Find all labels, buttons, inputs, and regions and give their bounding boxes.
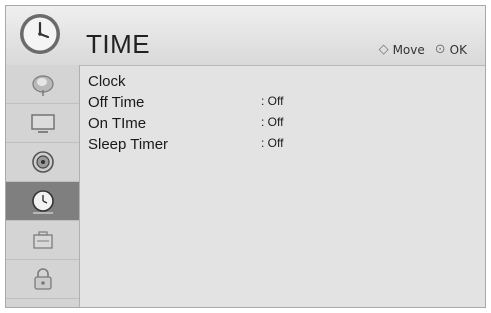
time-menu-list: Clock Off Time : Off On TIme : Off Sleep… bbox=[88, 69, 475, 153]
menu-item-label: On TIme bbox=[88, 115, 147, 132]
sidebar bbox=[6, 65, 80, 307]
ok-hint-label: OK bbox=[449, 42, 467, 57]
page-title: TIME bbox=[86, 29, 151, 59]
sidebar-item-screen[interactable] bbox=[6, 104, 79, 143]
padlock-icon bbox=[33, 268, 52, 290]
speaker-icon bbox=[31, 151, 54, 173]
menu-item-sleep-timer[interactable]: Sleep Timer : Off bbox=[88, 132, 475, 153]
menu-header: TIME ◇ Move ⊙ OK bbox=[6, 6, 485, 66]
menu-item-on-time[interactable]: On TIme : Off bbox=[88, 111, 475, 132]
sidebar-item-option[interactable] bbox=[6, 221, 79, 260]
sidebar-item-time[interactable] bbox=[6, 182, 79, 221]
sidebar-item-lock[interactable] bbox=[6, 260, 79, 299]
menu-item-clock[interactable]: Clock bbox=[88, 69, 475, 90]
monitor-icon bbox=[30, 114, 55, 133]
clock-icon bbox=[31, 190, 54, 214]
clock-icon bbox=[20, 14, 60, 54]
toolbox-icon bbox=[32, 231, 53, 249]
menu-item-off-time[interactable]: Off Time : Off bbox=[88, 90, 475, 111]
menu-item-value: : Off bbox=[261, 136, 284, 150]
navigation-hints: ◇ Move ⊙ OK bbox=[379, 42, 467, 57]
time-menu-osd: TIME ◇ Move ⊙ OK Clock Off Time: Off On… bbox=[5, 5, 486, 308]
ok-button-icon: ⊙ bbox=[434, 42, 446, 57]
sidebar-item-audio[interactable] bbox=[6, 143, 79, 182]
menu-item-value: : Off bbox=[261, 94, 284, 108]
move-arrows-icon: ◇ bbox=[378, 42, 389, 57]
menu-item-label: Sleep Timer bbox=[88, 136, 169, 153]
move-hint-label: Move bbox=[392, 42, 425, 57]
menu-item-label: Clock bbox=[88, 73, 126, 90]
sidebar-item-picture[interactable] bbox=[6, 65, 79, 104]
menu-item-label: Off Time bbox=[88, 94, 145, 111]
satellite-dish-icon bbox=[31, 75, 54, 96]
menu-item-value: : Off bbox=[261, 115, 284, 129]
